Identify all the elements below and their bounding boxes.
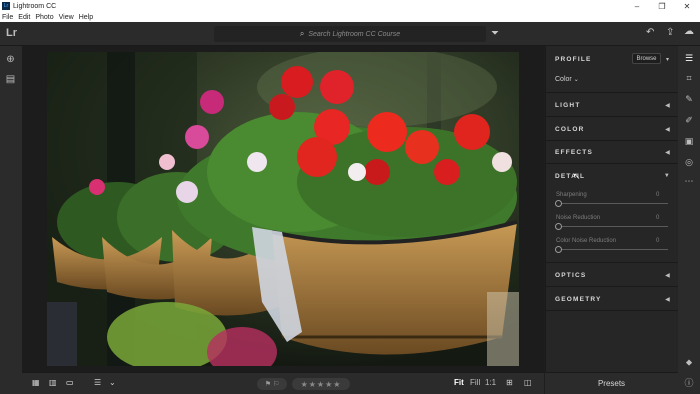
before-after-icon[interactable]: ◫ [524,378,532,387]
divider [546,163,679,164]
section-color[interactable]: COLOR ◀ [546,126,679,133]
menu-file[interactable]: File [2,14,13,21]
browse-button[interactable]: Browse [632,53,661,64]
divider [546,286,679,287]
color-noise-reduction-slider-knob[interactable] [555,246,562,253]
detail-view-icon[interactable]: ▭ [66,378,74,387]
profile-value: Color [555,76,572,83]
noise-reduction-slider-knob[interactable] [555,223,562,230]
caret-left-icon: ◀ [665,103,671,109]
info-icon[interactable]: ⓘ [683,376,695,388]
section-geometry[interactable]: GEOMETRY ◀ [546,296,679,303]
window-title: Lightroom CC [13,2,57,10]
linear-gradient-icon[interactable]: ▣ [683,135,695,147]
zoom-1to1-button[interactable]: 1:1 [485,378,496,387]
mouse-cursor-icon: ↖ [573,171,581,181]
tag-icon[interactable]: ⬥ [683,356,695,368]
lr-logo: Lr [6,27,17,39]
star-rating[interactable]: ★★★★★ [292,378,350,390]
caret-left-icon: ◀ [665,273,671,279]
brush-icon[interactable]: ✐ [683,114,695,126]
right-rail: ☰ ⌗ ✎ ✐ ▣ ◎ ⋯ ⬥ ⓘ [678,46,700,394]
section-optics[interactable]: OPTICS ◀ [546,272,679,279]
section-geometry-label: GEOMETRY [555,296,602,303]
color-noise-reduction-label: Color Noise Reduction [556,238,617,244]
section-detail-label: DETAIL [555,173,586,180]
title-bar: Lr Lightroom CC – ❐ ✕ [0,0,700,12]
caret-left-icon: ◀ [665,127,671,133]
menu-help[interactable]: Help [79,14,93,21]
divider [546,140,679,141]
sort-dropdown-icon[interactable]: ⌄ [109,378,116,387]
menu-photo[interactable]: Photo [35,14,53,21]
search-placeholder: Search Lightroom CC Course [308,30,401,38]
radial-gradient-icon[interactable]: ◎ [683,156,695,168]
sharpening-track[interactable] [558,203,668,204]
square-grid-icon[interactable]: ▥ [49,378,57,387]
add-photos-icon[interactable]: ⊕ [4,53,17,66]
section-color-label: COLOR [555,126,585,133]
caret-down-icon: ▼ [663,173,671,179]
close-button[interactable]: ✕ [676,0,698,12]
search-icon: ⌕ [299,29,305,38]
profile-dropdown[interactable]: Color ⌄ [555,76,579,83]
minimize-button[interactable]: – [626,0,648,12]
presets-button[interactable]: Presets [545,372,678,394]
zoom-fit-button[interactable]: Fit [454,378,464,387]
grid-view-icon[interactable]: ▦ [32,378,40,387]
divider [546,116,679,117]
section-effects-label: EFFECTS [555,149,594,156]
undo-icon[interactable]: ↶ [646,27,654,38]
library-icon[interactable]: ▤ [4,73,17,86]
profile-collapse-icon[interactable]: ▾ [666,56,674,63]
menu-edit[interactable]: Edit [18,14,30,21]
divider [546,262,679,263]
sharpening-value[interactable]: 0 [656,192,659,198]
search-field[interactable]: ⌕ Search Lightroom CC Course [214,26,486,42]
menu-view[interactable]: View [59,14,74,21]
edit-sliders-icon[interactable]: ☰ [683,52,695,64]
sort-icon[interactable]: ☰ [94,378,101,387]
divider [546,92,679,93]
color-noise-reduction-track[interactable] [558,249,668,250]
menu-bar: File Edit Photo View Help [0,12,700,22]
maximize-button[interactable]: ❐ [651,0,673,12]
sharpening-label: Sharpening [556,192,587,198]
bottom-toolbar: ▦ ▥ ▭ ☰ ⌄ ⚑ ⚐ ★★★★★ Fit Fill 1:1 ⊞ ◫ [22,372,544,394]
section-effects[interactable]: EFFECTS ◀ [546,149,679,156]
filter-icon[interactable]: ⏷ [491,28,499,39]
flag-buttons[interactable]: ⚑ ⚐ [257,378,287,390]
sharpening-slider-knob[interactable] [555,200,562,207]
compare-icon[interactable]: ⊞ [506,378,513,387]
edit-panel: PROFILE Browse ▾ Color ⌄ LIGHT ◀ COLOR ◀… [545,46,679,372]
color-noise-reduction-value[interactable]: 0 [656,238,659,244]
section-light[interactable]: LIGHT ◀ [546,102,679,109]
more-icon[interactable]: ⋯ [683,175,695,187]
caret-left-icon: ◀ [665,150,671,156]
crop-icon[interactable]: ⌗ [683,72,695,84]
top-toolbar: Lr ⌕ Search Lightroom CC Course ⏷ ↶ ⇪ ☁ [0,22,700,46]
flower-basket-photo [47,52,519,366]
divider [546,310,679,311]
photo-image[interactable] [47,52,519,366]
caret-left-icon: ◀ [665,297,671,303]
left-rail: ⊕ ▤ [0,46,22,394]
noise-reduction-value[interactable]: 0 [656,215,659,221]
app-icon: Lr [2,2,10,10]
healing-brush-icon[interactable]: ✎ [683,93,695,105]
share-icon[interactable]: ⇪ [666,27,674,38]
section-optics-label: OPTICS [555,272,587,279]
noise-reduction-label: Noise Reduction [556,215,601,221]
zoom-fill-button[interactable]: Fill [470,378,480,387]
section-detail[interactable]: DETAIL ▼ [546,173,679,180]
chevron-down-icon: ⌄ [573,77,579,83]
cloud-icon[interactable]: ☁ [684,26,694,37]
noise-reduction-track[interactable] [558,226,668,227]
section-light-label: LIGHT [555,102,581,109]
